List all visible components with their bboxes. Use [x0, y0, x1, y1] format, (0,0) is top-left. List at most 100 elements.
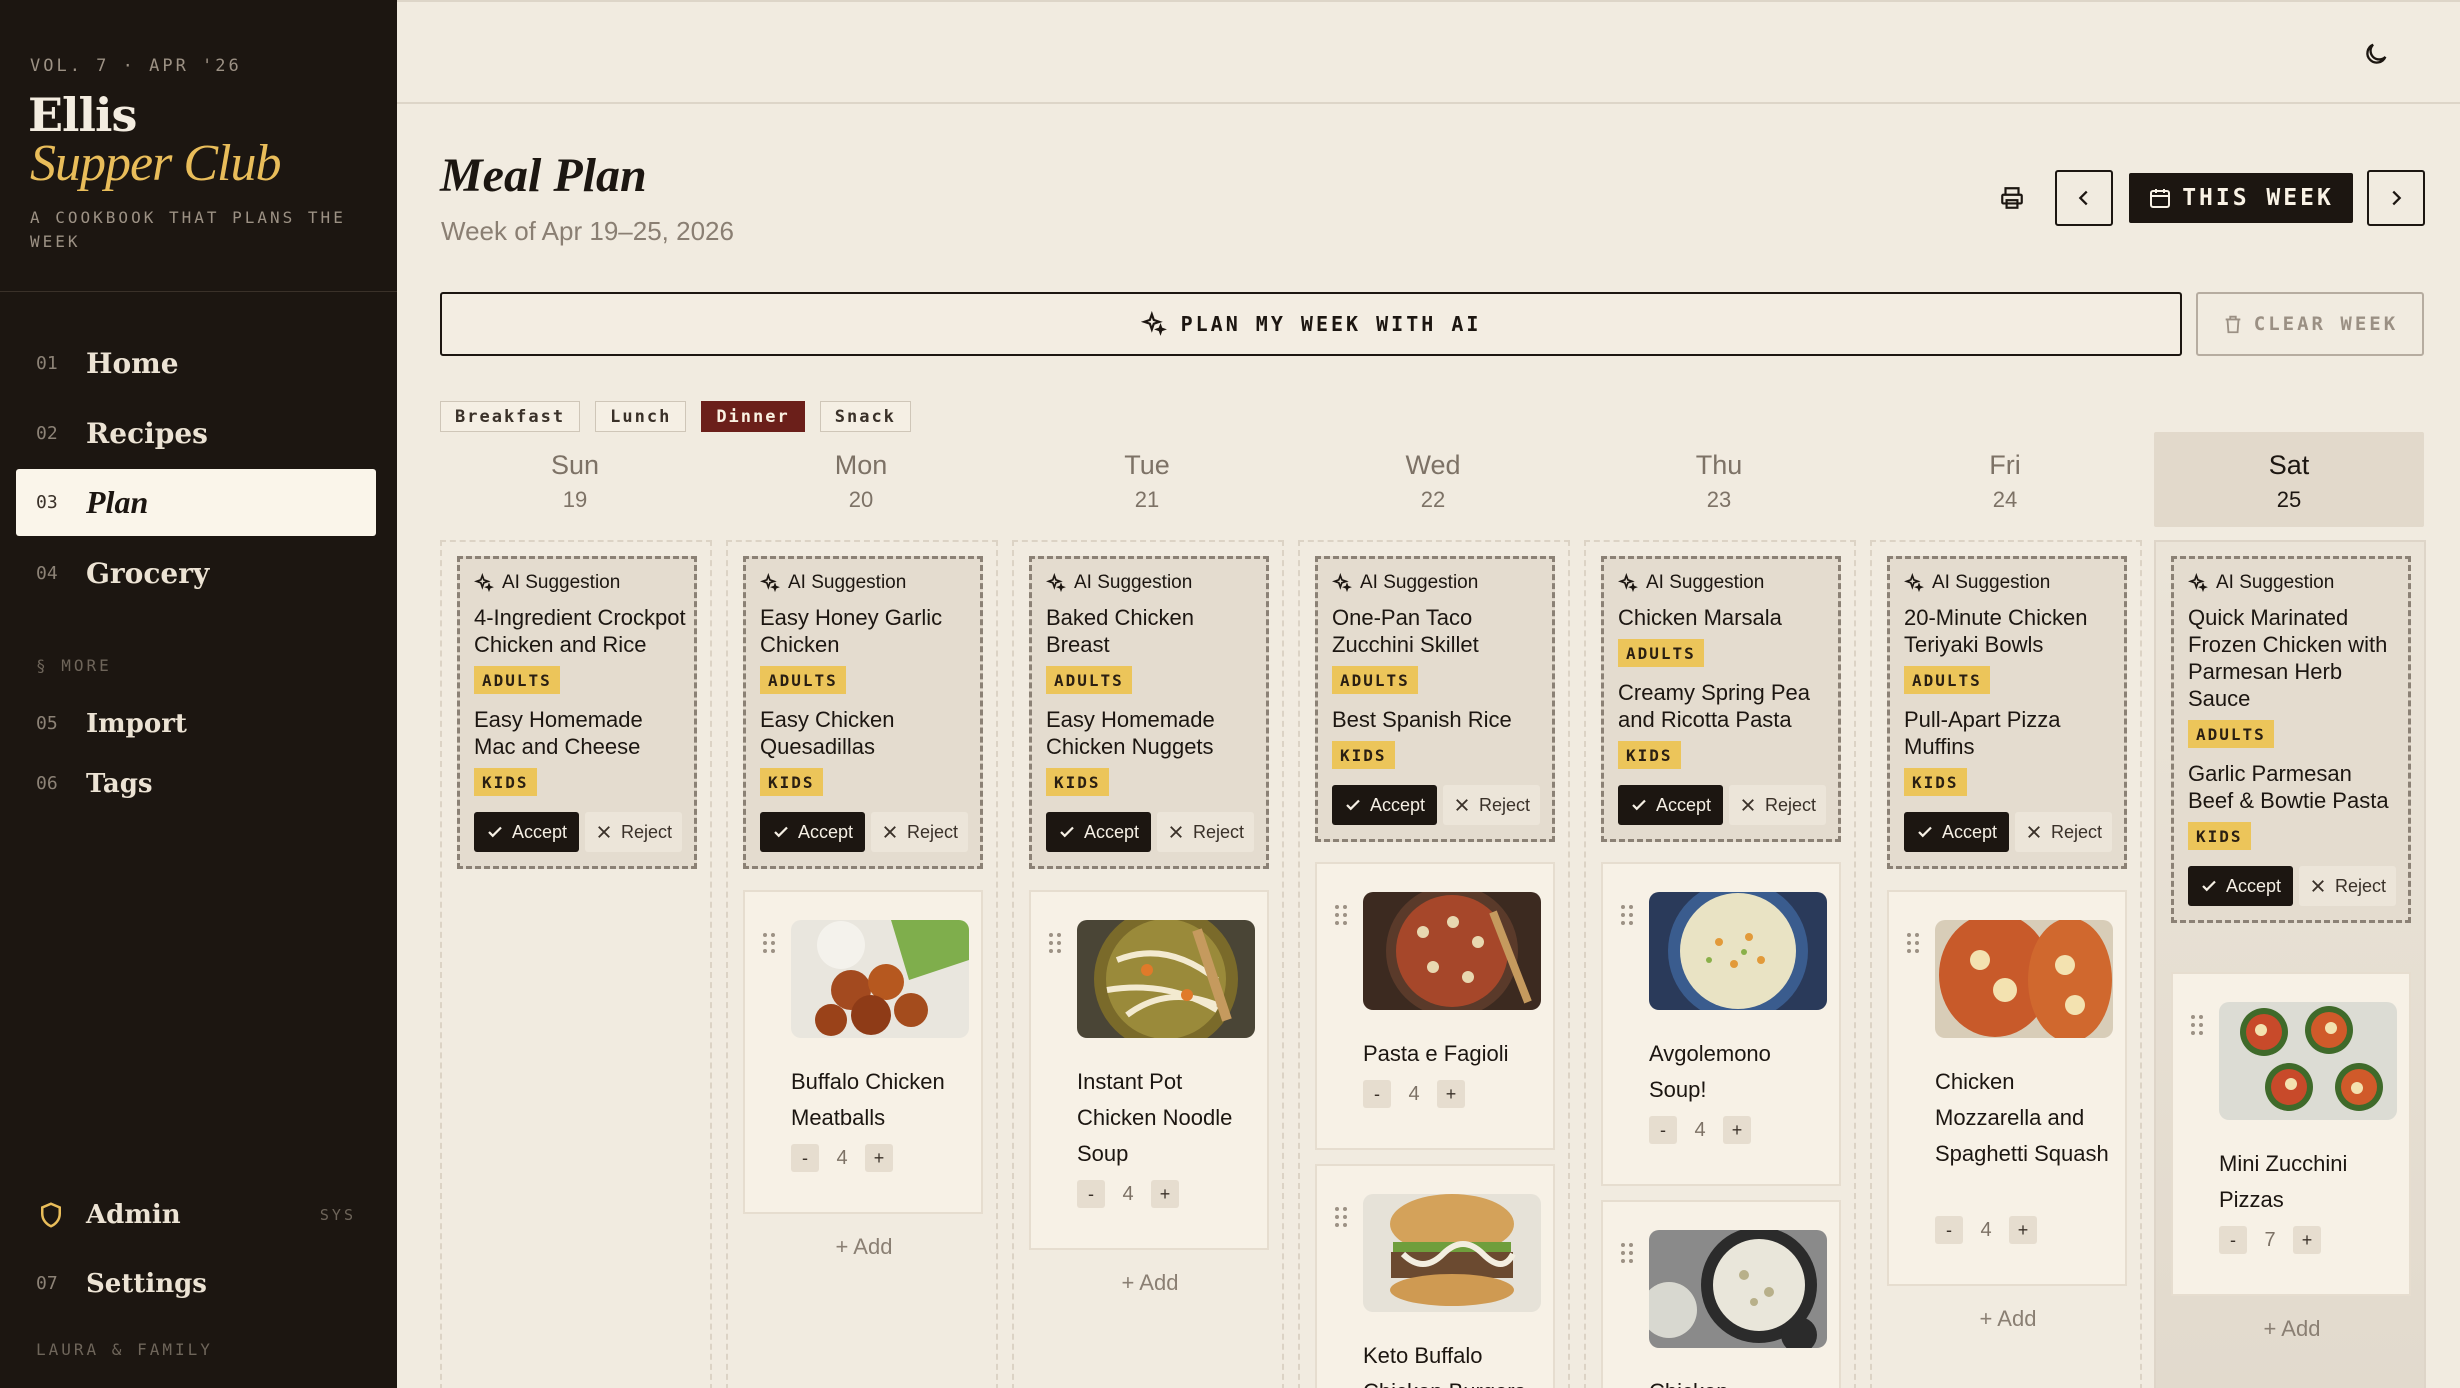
add-meal-button[interactable]: + Add	[1014, 1270, 1286, 1296]
filter-snack[interactable]: Snack	[819, 401, 911, 432]
add-meal-button[interactable]: + Add	[2156, 1316, 2428, 1342]
drag-handle-icon[interactable]	[2189, 1014, 2205, 1036]
accept-button[interactable]: Accept	[474, 812, 580, 852]
drag-handle-icon[interactable]	[1333, 1206, 1349, 1228]
day-date: 20	[848, 487, 874, 512]
meal-card[interactable]: Pasta e Fagioli - 4 +	[1315, 862, 1555, 1150]
nav-label: Grocery	[86, 557, 210, 590]
meal-card[interactable]: Chicken Mozzarella and Spaghetti Squash …	[1887, 890, 2127, 1286]
ai-suggestion-card: AI Suggestion Quick Marinated Frozen Chi…	[2171, 556, 2411, 923]
day-header-fri: Fri 24	[1870, 432, 2140, 527]
nav-item-home[interactable]: 01 Home	[16, 330, 376, 397]
accept-button[interactable]: Accept	[1332, 785, 1438, 825]
suggestion-title: Easy Honey Garlic Chicken	[760, 605, 943, 657]
increase-servings-button[interactable]: +	[1723, 1116, 1751, 1144]
day-name: Fri	[1989, 450, 2021, 480]
close-icon	[881, 823, 899, 841]
filter-lunch[interactable]: Lunch	[595, 401, 687, 432]
moon-icon[interactable]	[2362, 40, 2390, 68]
accept-button[interactable]: Accept	[1046, 812, 1152, 852]
decrease-servings-button[interactable]: -	[1077, 1180, 1105, 1208]
decrease-servings-button[interactable]: -	[1363, 1080, 1391, 1108]
page-title: Meal Plan	[440, 149, 647, 202]
meal-card[interactable]: Buffalo Chicken Meatballs - 4 +	[743, 890, 983, 1214]
suggestion-title: Quick Marinated Frozen Chicken with Parm…	[2188, 605, 2388, 711]
reject-button[interactable]: Reject	[585, 812, 683, 852]
reject-button[interactable]: Reject	[1729, 785, 1827, 825]
sparkles-icon	[1046, 573, 1066, 593]
servings-value: 4	[1694, 1118, 1706, 1141]
meal-type-filters: Breakfast Lunch Dinner Snack	[440, 401, 911, 432]
increase-servings-button[interactable]: +	[2009, 1216, 2037, 1244]
reject-button[interactable]: Reject	[1157, 812, 1255, 852]
nav-item-plan[interactable]: 03 Plan	[16, 469, 376, 536]
reject-button[interactable]: Reject	[2299, 866, 2397, 906]
increase-servings-button[interactable]: +	[1151, 1180, 1179, 1208]
meal-image	[1363, 1194, 1541, 1312]
ai-suggestion-label: AI Suggestion	[1646, 572, 1765, 593]
meal-card[interactable]: Chicken	[1601, 1200, 1841, 1388]
filter-breakfast[interactable]: Breakfast	[440, 401, 581, 432]
meal-card[interactable]: Mini Zucchini Pizzas - 7 +	[2171, 972, 2411, 1296]
accept-button[interactable]: Accept	[760, 812, 866, 852]
day-header-thu: Thu 23	[1584, 432, 1854, 527]
nav-item-import[interactable]: 05 Import	[16, 690, 376, 757]
accept-label: Accept	[512, 821, 568, 842]
nav-item-grocery[interactable]: 04 Grocery	[16, 540, 376, 607]
clear-week-button[interactable]: CLEAR WEEK	[2196, 292, 2424, 356]
drag-handle-icon[interactable]	[1333, 904, 1349, 926]
nav-item-tags[interactable]: 06 Tags	[16, 750, 376, 817]
nav-item-recipes[interactable]: 02 Recipes	[16, 400, 376, 467]
reject-button[interactable]: Reject	[871, 812, 969, 852]
meal-card[interactable]: Avgolemono Soup! - 4 +	[1601, 862, 1841, 1186]
drag-handle-icon[interactable]	[1619, 904, 1635, 926]
decrease-servings-button[interactable]: -	[1935, 1216, 1963, 1244]
next-week-button[interactable]	[2367, 170, 2425, 226]
drag-handle-icon[interactable]	[1905, 932, 1921, 954]
meal-card[interactable]: Keto Buffalo Chicken Burgers	[1315, 1164, 1555, 1388]
reject-label: Reject	[1479, 794, 1531, 815]
top-bar	[397, 0, 2460, 104]
plan-week-ai-button[interactable]: PLAN MY WEEK WITH AI	[440, 292, 2182, 356]
increase-servings-button[interactable]: +	[1437, 1080, 1465, 1108]
nav-label: Plan	[86, 484, 149, 520]
drag-handle-icon[interactable]	[1619, 1242, 1635, 1264]
reject-button[interactable]: Reject	[2015, 812, 2113, 852]
filter-dinner[interactable]: Dinner	[701, 401, 805, 432]
nav-label: Home	[86, 347, 179, 380]
this-week-button[interactable]: THIS WEEK	[2129, 173, 2353, 223]
drag-handle-icon[interactable]	[761, 932, 777, 954]
decrease-servings-button[interactable]: -	[1649, 1116, 1677, 1144]
sparkles-icon	[2188, 573, 2208, 593]
meal-card[interactable]: Instant Pot Chicken Noodle Soup - 4 +	[1029, 890, 1269, 1250]
ai-suggestion-label: AI Suggestion	[788, 572, 907, 593]
ai-suggestion-card: AI Suggestion Chicken Marsala ADULTS Cre…	[1601, 556, 1841, 842]
nav-item-admin[interactable]: Admin SYS	[36, 1190, 356, 1240]
previous-week-button[interactable]	[2055, 170, 2113, 226]
decrease-servings-button[interactable]: -	[2219, 1226, 2247, 1254]
reject-button[interactable]: Reject	[1443, 785, 1541, 825]
servings-value: 4	[1408, 1082, 1420, 1105]
decrease-servings-button[interactable]: -	[791, 1144, 819, 1172]
meal-name: Instant Pot Chicken Noodle Soup	[1077, 1069, 1233, 1166]
reject-label: Reject	[1765, 794, 1817, 815]
day-column-sun: AI Suggestion 4-Ingredient Crockpot Chic…	[440, 540, 712, 1388]
check-icon	[772, 823, 790, 841]
accept-button[interactable]: Accept	[1618, 785, 1724, 825]
add-meal-button[interactable]: + Add	[1872, 1306, 2144, 1332]
day-date: 23	[1706, 487, 1732, 512]
close-icon	[2025, 823, 2043, 841]
drag-handle-icon[interactable]	[1047, 932, 1063, 954]
audience-tag: ADULTS	[1046, 666, 1132, 694]
accept-button[interactable]: Accept	[2188, 866, 2294, 906]
ai-suggestion-header: AI Suggestion	[2188, 572, 2408, 594]
day-column-sat: AI Suggestion Quick Marinated Frozen Chi…	[2154, 540, 2426, 1388]
increase-servings-button[interactable]: +	[2293, 1226, 2321, 1254]
printer-icon	[2001, 187, 2023, 209]
nav-item-settings[interactable]: 07 Settings	[16, 1250, 376, 1317]
print-button[interactable]	[1988, 170, 2036, 226]
increase-servings-button[interactable]: +	[865, 1144, 893, 1172]
add-meal-button[interactable]: + Add	[728, 1234, 1000, 1260]
accept-button[interactable]: Accept	[1904, 812, 2010, 852]
check-icon	[1058, 823, 1076, 841]
